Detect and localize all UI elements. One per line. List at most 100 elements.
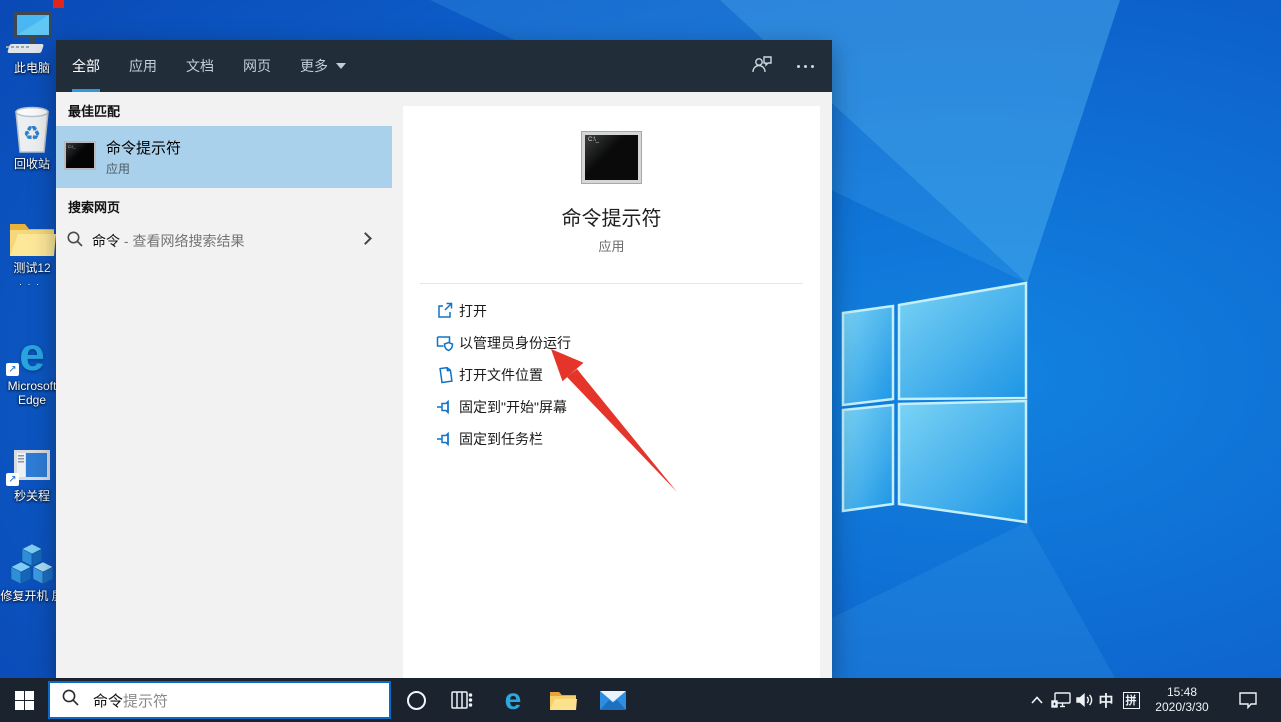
divider [420, 283, 803, 284]
pin-to-start-icon [436, 398, 454, 416]
open-file-location-icon [436, 366, 454, 384]
this-pc-icon [0, 8, 64, 58]
web-query-text: 命令 - 查看网络搜索结果 [92, 233, 245, 249]
action-pin-to-start[interactable]: 固定到"开始"屏幕 [403, 391, 820, 423]
ime-lang-label: 中 [1098, 692, 1114, 710]
network-icon [1051, 692, 1071, 708]
best-match-result[interactable]: C:\_ 命令提示符 应用 [56, 126, 392, 188]
action-label: 固定到"开始"屏幕 [459, 399, 567, 415]
action-open[interactable]: 打开 [403, 295, 820, 327]
folder-icon [550, 692, 577, 710]
mail-button[interactable] [590, 678, 636, 722]
desktop-icon-label: 修复开机 屏 [0, 589, 64, 603]
search-icon [61, 688, 80, 712]
action-run-as-admin[interactable]: 以管理员身份运行 [403, 327, 820, 359]
tab-apps[interactable]: 应用 [129, 40, 157, 92]
tab-label: 网页 [243, 58, 271, 74]
run-as-admin-icon [436, 334, 454, 352]
web-search-result[interactable]: 命令 - 查看网络搜索结果 [56, 222, 392, 258]
pinyin-icon: 拼 [1122, 691, 1140, 709]
task-view-button[interactable] [442, 678, 482, 722]
svg-text:♻: ♻ [23, 123, 41, 145]
shortcut-arrow-icon: ↗ [6, 473, 19, 486]
tab-web[interactable]: 网页 [243, 40, 271, 92]
section-web-search: 搜索网页 [68, 200, 121, 215]
desktop-icon-miao-guan[interactable]: ↗ 秒关程 [0, 436, 64, 503]
action-label: 以管理员身份运行 [459, 335, 571, 351]
chevron-up-icon [1031, 696, 1043, 704]
tab-more[interactable]: 更多 [300, 40, 346, 92]
windows-logo-shape [841, 281, 1028, 524]
desktop-icon-label: 此电脑 [13, 61, 50, 75]
taskbar: 命令 提示符 e 中 拼 15:48 2020/3/30 [0, 678, 1281, 722]
tray-network-button[interactable] [1048, 678, 1074, 722]
search-typed-text: 命令 [93, 692, 124, 710]
detail-app-type: 应用 [598, 239, 625, 254]
clock-date: 2020/3/30 [1155, 700, 1209, 714]
desktop-icon-this-pc[interactable]: 此电脑 [0, 8, 64, 75]
detail-app-title: 命令提示符 [561, 208, 662, 230]
desktop-icon-microsoft-edge[interactable]: e ↗ Microsoft Edge [0, 326, 64, 407]
tab-label: 更多 [300, 58, 328, 74]
chevron-right-icon[interactable] [359, 232, 372, 245]
cortana-button[interactable] [394, 678, 438, 722]
action-center-icon [1239, 692, 1257, 709]
desktop-icon-folder-test[interactable]: 测试12 ... [0, 208, 64, 287]
shortcut-arrow-icon: ↗ [6, 363, 19, 376]
cortana-icon [406, 690, 426, 710]
clock-time: 15:48 [1166, 685, 1198, 699]
edge-icon: e ↗ [0, 326, 64, 377]
cmd-app-icon: C:\_ [64, 141, 96, 170]
speaker-icon [1076, 692, 1093, 708]
desktop-icon-repair-boot[interactable]: 修复开机 屏 [0, 536, 64, 603]
folder-icon [0, 208, 64, 258]
web-hint-text: - 查看网络搜索结果 [123, 233, 245, 249]
desktop-icon-recycle-bin[interactable]: ♻ 回收站 [0, 104, 64, 171]
mail-icon [600, 690, 626, 710]
tray-ime-mode[interactable]: 拼 [1118, 678, 1144, 722]
desktop-icon-label: Microsoft Edge [7, 379, 57, 407]
result-detail-panel: C:\_ 命令提示符 应用 打开 以管理员身份运行 打开文件位置 固定到"开始"… [403, 106, 820, 678]
recycle-bin-icon: ♻ [0, 104, 64, 154]
start-button[interactable] [0, 678, 48, 722]
taskbar-search-input[interactable]: 命令 提示符 [48, 681, 391, 719]
pin-to-taskbar-icon [436, 430, 454, 448]
app-window-icon: ↗ [0, 436, 64, 486]
tray-clock[interactable]: 15:48 2020/3/30 [1146, 678, 1218, 722]
action-label: 打开 [459, 303, 487, 319]
search-filter-bar: 全部 应用 文档 网页 更多 [56, 40, 832, 92]
more-options-icon[interactable] [797, 64, 814, 68]
file-explorer-button[interactable] [540, 678, 586, 722]
tab-label: 文档 [186, 58, 214, 74]
task-view-icon [451, 691, 473, 709]
section-best-match: 最佳匹配 [68, 104, 121, 119]
action-open-file-location[interactable]: 打开文件位置 [403, 359, 820, 391]
tab-label: 全部 [72, 58, 100, 74]
chevron-down-icon [336, 63, 346, 69]
tab-documents[interactable]: 文档 [186, 40, 214, 92]
action-pin-to-taskbar[interactable]: 固定到任务栏 [403, 423, 820, 455]
tray-show-hidden-icons[interactable] [1026, 678, 1048, 722]
label-truncation-dots: ... [19, 277, 45, 287]
open-icon [436, 302, 454, 320]
action-center-button[interactable] [1228, 678, 1268, 722]
action-label: 打开文件位置 [459, 367, 543, 383]
search-icon [66, 230, 84, 253]
result-title: 命令提示符 [106, 140, 182, 157]
result-subtitle: 应用 [106, 162, 131, 176]
edge-icon: e [504, 683, 522, 716]
desktop-icon-label: 回收站 [13, 157, 50, 171]
desktop-icon-label: 测试12 [13, 261, 51, 275]
tray-ime-language[interactable]: 中 [1094, 678, 1118, 722]
desktop-icon-label: 秒关程 [13, 489, 50, 503]
search-flyout: 全部 应用 文档 网页 更多 最佳匹配 C:\_ 命令提示符 应用 搜索网页 命… [56, 40, 832, 678]
feedback-user-icon[interactable] [751, 54, 773, 79]
edge-taskbar-button[interactable]: e [490, 678, 536, 722]
action-label: 固定到任务栏 [459, 431, 543, 447]
search-suggestion-text: 提示符 [123, 692, 169, 710]
cubes-icon [0, 536, 64, 586]
red-icon-fragment [53, 0, 64, 8]
tab-label: 应用 [129, 58, 157, 74]
tab-all[interactable]: 全部 [72, 40, 100, 92]
windows-logo-icon [14, 690, 34, 710]
